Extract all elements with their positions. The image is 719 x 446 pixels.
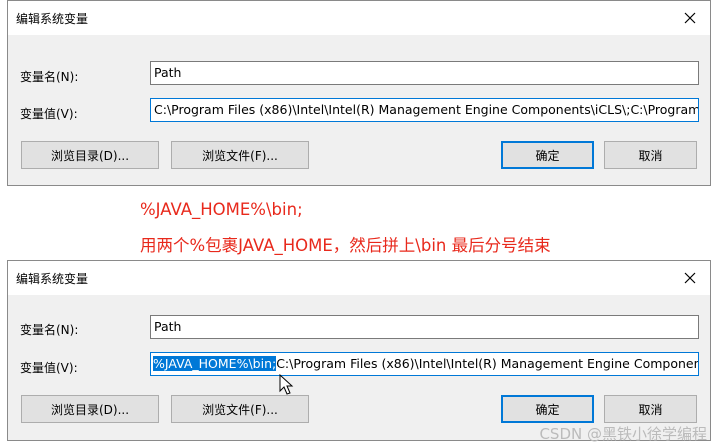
browse-file-button[interactable]: 浏览文件(F)... [171, 395, 309, 423]
edit-system-variable-dialog-edited: 编辑系统变量 变量名(N): Path 变量值(V): %JAVA_HOME%\… [7, 260, 711, 441]
annotation-line-2: 用两个%包裹JAVA_HOME，然后拼上\bin 最后分号结束 [140, 236, 551, 255]
browse-directory-button[interactable]: 浏览目录(D)... [21, 395, 159, 423]
variable-value-label: 变量值(V): [20, 107, 78, 121]
variable-value-label: 变量值(V): [20, 361, 78, 375]
dialog-title: 编辑系统变量 [16, 272, 89, 286]
cancel-button[interactable]: 取消 [604, 141, 697, 169]
dialog-title: 编辑系统变量 [16, 12, 89, 26]
variable-name-input[interactable]: Path [150, 61, 699, 85]
variable-name-label: 变量名(N): [20, 323, 79, 337]
variable-value-input[interactable]: C:\Program Files (x86)\Intel\Intel(R) Ma… [150, 98, 699, 122]
ok-button[interactable]: 确定 [501, 395, 594, 423]
close-icon [684, 12, 696, 24]
close-icon [684, 272, 696, 284]
mouse-cursor-icon [279, 374, 294, 395]
remaining-text: C:\Program Files (x86)\Intel\Intel(R) Ma… [276, 356, 699, 371]
annotation-line-1: %JAVA_HOME%\bin; [140, 200, 303, 219]
cancel-button[interactable]: 取消 [604, 395, 697, 423]
close-button[interactable] [670, 261, 710, 295]
variable-value-input[interactable]: %JAVA_HOME%\bin;C:\Program Files (x86)\I… [150, 352, 699, 376]
selected-text: %JAVA_HOME%\bin; [153, 356, 277, 371]
title-bar: 编辑系统变量 [8, 1, 710, 35]
edit-system-variable-dialog: 编辑系统变量 变量名(N): Path 变量值(V): C:\Program F… [7, 0, 711, 186]
variable-name-label: 变量名(N): [20, 70, 79, 84]
browse-file-button[interactable]: 浏览文件(F)... [171, 141, 309, 169]
ok-button[interactable]: 确定 [501, 141, 594, 169]
title-bar: 编辑系统变量 [8, 261, 710, 295]
close-button[interactable] [670, 1, 710, 35]
browse-directory-button[interactable]: 浏览目录(D)... [21, 141, 159, 169]
watermark: CSDN @黑铁小徐学编程 [539, 425, 707, 443]
variable-name-input[interactable]: Path [150, 315, 699, 339]
